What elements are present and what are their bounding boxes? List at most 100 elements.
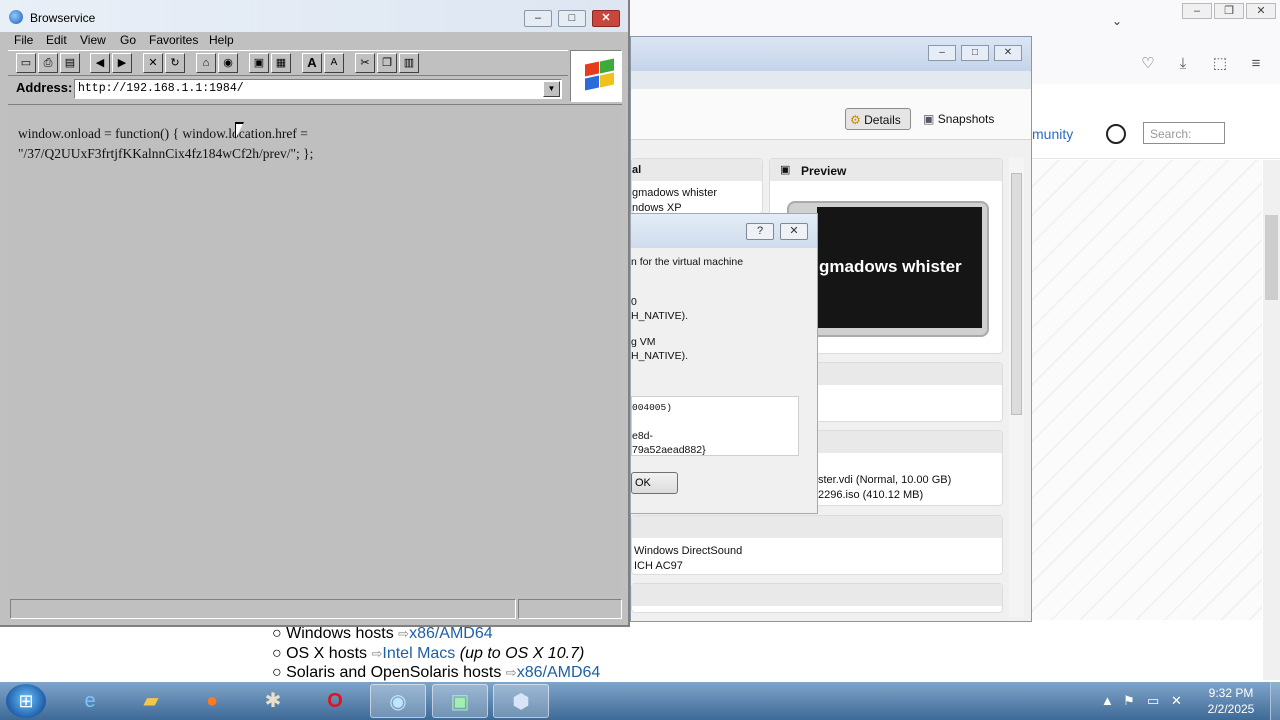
back-icon[interactable]: ◀: [90, 53, 110, 73]
new-window-icon[interactable]: ▣: [249, 53, 269, 73]
general-section-title: al: [632, 164, 642, 176]
dialog-info-line: 79a52aead882}: [632, 444, 706, 456]
extensions-icon[interactable]: ⬚: [1210, 54, 1230, 74]
taskbar-monitor-app[interactable]: ▣: [432, 684, 488, 718]
dialog-text-line: g VM: [631, 336, 656, 348]
status-bar-zone: [518, 599, 622, 619]
camera-icon: ▣: [923, 112, 935, 126]
windows-logo-icon: [570, 50, 622, 102]
tray-network-icon[interactable]: ▭: [1147, 693, 1159, 709]
menu-help[interactable]: Help: [209, 33, 234, 47]
vm-name-value: gmadows whister: [632, 187, 717, 199]
taskbar-opera[interactable]: O: [307, 684, 363, 718]
general-section-header: [632, 159, 762, 181]
taskbar-explorer[interactable]: ▰: [123, 684, 179, 718]
menu-icon[interactable]: ≡: [1246, 54, 1266, 74]
site-search-input[interactable]: Search:: [1143, 122, 1225, 144]
paste-icon[interactable]: ▥: [399, 53, 419, 73]
zoom-in-icon[interactable]: A: [302, 53, 322, 73]
home-icon[interactable]: ⌂: [196, 53, 216, 73]
list-item-link[interactable]: x86/AMD64: [409, 625, 493, 642]
save-icon[interactable]: ▤: [60, 53, 80, 73]
status-bar: [10, 599, 516, 619]
list-item: ○ OS X hosts ⇨Intel Macs (up to OS X 10.…: [272, 644, 585, 662]
bg-minimize-button[interactable]: –: [1182, 3, 1212, 19]
dialog-info-box: 004005) e8d- 79a52aead882}: [631, 396, 799, 456]
minimize-button[interactable]: –: [524, 10, 552, 27]
close-button[interactable]: ✕: [592, 10, 620, 27]
vbox-details-scrollbar-thumb[interactable]: [1011, 173, 1022, 415]
tray-volume-muted-icon[interactable]: ✕: [1171, 693, 1182, 709]
bg-page-scrollbar-thumb[interactable]: [1265, 215, 1278, 300]
details-button[interactable]: ⚙ Details: [845, 108, 911, 130]
dialog-close-button[interactable]: ✕: [780, 223, 808, 240]
snapshots-button[interactable]: ▣ Snapshots: [923, 108, 994, 130]
network-section: [631, 583, 1003, 613]
pocket-icon[interactable]: ♡: [1138, 54, 1158, 74]
taskbar-virtualbox[interactable]: ⬢: [493, 684, 549, 718]
taskbar-raccoon-app[interactable]: ✱: [245, 684, 301, 718]
show-desktop-button[interactable]: [1270, 682, 1280, 720]
download-icon[interactable]: ⤓: [1173, 54, 1193, 74]
browservice-window: Browservice – □ ✕ File Edit View Go Favo…: [0, 0, 630, 627]
vbox-minimize-button[interactable]: –: [928, 45, 956, 61]
taskbar-firefox[interactable]: ●: [184, 684, 240, 718]
list-item-link[interactable]: x86/AMD64: [517, 664, 601, 681]
preview-vm-name: gmadows whister: [819, 257, 962, 276]
settings-icon[interactable]: ▦: [271, 53, 291, 73]
windows-start-icon: ⊞: [18, 691, 34, 711]
audio-driver-value: Windows DirectSound: [634, 545, 743, 557]
storage-disk-value: ster.vdi (Normal, 10.00 GB): [818, 474, 952, 486]
menu-go[interactable]: Go: [120, 33, 136, 47]
raccoon-icon: ✱: [264, 690, 282, 712]
tray-flag-icon[interactable]: ⚑: [1123, 693, 1135, 709]
stop-icon[interactable]: ✕: [143, 53, 163, 73]
tray-expand-icon[interactable]: ▲: [1101, 693, 1114, 708]
menu-favorites[interactable]: Favorites: [149, 33, 198, 47]
opera-icon: O: [327, 690, 343, 712]
dialog-info-line: 004005): [632, 402, 672, 413]
address-input[interactable]: http://192.168.1.1:1984/: [74, 79, 562, 99]
link-arrow-icon: ⇨: [371, 645, 383, 661]
forward-icon[interactable]: ▶: [112, 53, 132, 73]
vbox-maximize-button[interactable]: □: [961, 45, 989, 61]
vbox-close-button[interactable]: ✕: [994, 45, 1022, 61]
bg-close-button[interactable]: ✕: [1246, 3, 1276, 19]
maximize-button[interactable]: □: [558, 10, 586, 27]
start-button[interactable]: ⊞: [6, 684, 46, 718]
menu-edit[interactable]: Edit: [46, 33, 67, 47]
audio-controller-value: ICH AC97: [634, 560, 683, 572]
refresh-icon[interactable]: ↻: [165, 53, 185, 73]
clock-date: 2/2/2025: [1207, 702, 1255, 716]
taskbar-browservice[interactable]: ◉: [370, 684, 426, 718]
list-item-link[interactable]: Intel Macs: [382, 645, 455, 662]
dialog-text-line: H_NATIVE).: [631, 310, 688, 322]
taskbar-clock[interactable]: 9:32 PM 2/2/2025: [1196, 685, 1266, 717]
taskbar-internet-explorer[interactable]: e: [62, 684, 118, 718]
firefox-icon: ●: [205, 690, 219, 712]
dialog-help-button[interactable]: ?: [746, 223, 774, 240]
copy-icon[interactable]: ❐: [377, 53, 397, 73]
find-icon[interactable]: ◉: [218, 53, 238, 73]
list-item: ○ Solaris and OpenSolaris hosts ⇨x86/AMD…: [272, 664, 601, 681]
open-folder-icon[interactable]: ▭: [16, 53, 36, 73]
user-icon[interactable]: [1106, 124, 1126, 144]
storage-iso-value: 2296.iso (410.12 MB): [818, 489, 924, 501]
bg-restore-button[interactable]: ❐: [1214, 3, 1244, 19]
dialog-ok-button[interactable]: OK: [631, 472, 678, 494]
folder-icon: ▰: [143, 690, 159, 712]
address-label: Address:: [16, 80, 73, 95]
preview-section-title: Preview: [801, 164, 847, 178]
zoom-out-icon[interactable]: A: [324, 53, 344, 73]
tab-list-chevron-icon[interactable]: ⌄: [1112, 14, 1122, 28]
cut-icon[interactable]: ✂: [355, 53, 375, 73]
dialog-text-line: n for the virtual machine: [631, 256, 744, 268]
page-source-text: window.onload = function() { window.loca…: [18, 126, 314, 161]
nav-community-link[interactable]: munity: [1032, 126, 1073, 142]
monitor-icon: ▣: [780, 164, 791, 176]
page-viewport[interactable]: [8, 104, 622, 594]
print-icon[interactable]: ⎙: [38, 53, 58, 73]
menu-file[interactable]: File: [14, 33, 33, 47]
menu-view[interactable]: View: [80, 33, 106, 47]
address-dropdown-icon[interactable]: ▼: [543, 81, 560, 97]
